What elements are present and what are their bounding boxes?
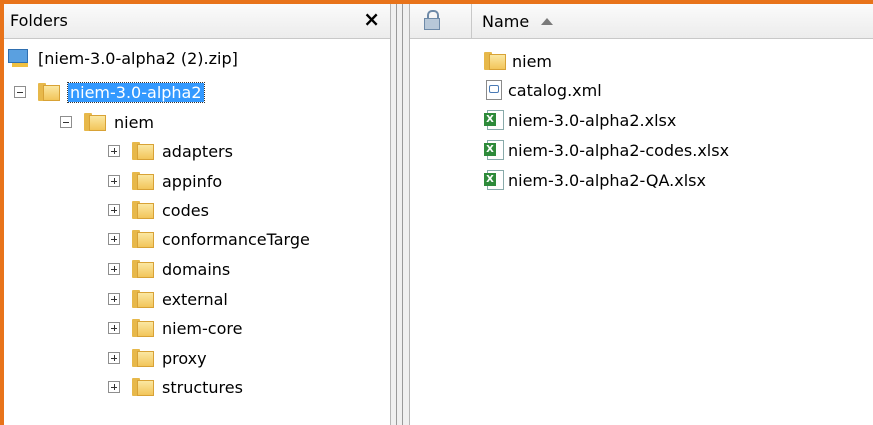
tree-item-label: adapters — [162, 141, 233, 161]
expand-icon[interactable] — [108, 322, 120, 334]
tree-item-child[interactable]: adapters — [108, 137, 233, 165]
tree-item-label: codes — [162, 200, 209, 220]
file-list-pane: Name niem catalog.xml X niem-3.0-alpha2.… — [410, 4, 873, 425]
tree-item-label: conformanceTarge — [162, 229, 310, 249]
folder-icon — [132, 229, 154, 249]
tree-item-label: proxy — [162, 348, 207, 368]
list-item-name: niem — [512, 51, 553, 71]
tree-item-child[interactable]: proxy — [108, 344, 207, 372]
list-item-name: catalog.xml — [508, 80, 602, 100]
xml-file-icon — [484, 80, 504, 100]
tree-item-child[interactable]: niem-core — [108, 314, 242, 342]
folder-icon — [132, 259, 154, 279]
tree-item-child[interactable]: appinfo — [108, 167, 222, 195]
folder-icon — [132, 200, 154, 220]
tree-item-child[interactable]: domains — [108, 255, 230, 283]
tree-item-label: niem — [114, 112, 155, 132]
excel-file-icon: X — [484, 170, 504, 190]
folder-icon — [38, 82, 60, 102]
zip-archive-icon — [8, 48, 30, 68]
tree-item-label: structures — [162, 377, 243, 397]
tree-item-root[interactable]: niem-3.0-alpha2 — [14, 78, 205, 106]
tree-item-niem[interactable]: niem — [60, 108, 154, 136]
expand-icon[interactable] — [108, 293, 120, 305]
file-list-header: Name — [410, 4, 873, 39]
folders-header: Folders × — [4, 4, 390, 39]
collapse-icon[interactable] — [14, 86, 26, 98]
excel-file-icon: X — [484, 140, 504, 160]
folder-icon — [484, 51, 506, 71]
folder-icon — [132, 141, 154, 161]
tree-item-child[interactable]: conformanceTarge — [108, 225, 310, 253]
list-item-name: niem-3.0-alpha2.xlsx — [508, 110, 677, 130]
column-header-lock[interactable] — [410, 4, 472, 38]
tree-item-child[interactable]: structures — [108, 373, 243, 401]
splitter-grip[interactable] — [396, 4, 403, 425]
expand-icon[interactable] — [108, 233, 120, 245]
expand-icon[interactable] — [108, 352, 120, 364]
tree-item-child[interactable]: codes — [108, 196, 209, 224]
folder-icon — [132, 171, 154, 191]
list-item-name: niem-3.0-alpha2-codes.xlsx — [508, 140, 730, 160]
tree-item-label: appinfo — [162, 171, 223, 191]
folders-title: Folders — [10, 11, 68, 30]
folder-icon — [132, 348, 154, 368]
tree-item-label-selected: niem-3.0-alpha2 — [67, 81, 205, 103]
folder-icon — [132, 289, 154, 309]
collapse-icon[interactable] — [60, 116, 72, 128]
tree-item-label: domains — [162, 259, 231, 279]
tree-item-label: external — [162, 289, 228, 309]
tree-item-child[interactable]: external — [108, 285, 228, 313]
list-item[interactable]: X niem-3.0-alpha2-codes.xlsx — [484, 136, 729, 164]
list-item[interactable]: niem — [484, 47, 552, 75]
folder-icon — [132, 318, 154, 338]
tree-item-label: niem-core — [162, 318, 243, 338]
column-header-name-label: Name — [482, 11, 530, 31]
expand-icon[interactable] — [108, 381, 120, 393]
lock-icon — [424, 10, 440, 30]
pane-splitter[interactable] — [390, 4, 410, 425]
excel-file-icon: X — [484, 110, 504, 130]
column-header-name[interactable]: Name — [472, 4, 554, 38]
close-folders-button[interactable]: × — [363, 9, 380, 29]
folder-icon — [84, 112, 106, 132]
expand-icon[interactable] — [108, 145, 120, 157]
tree-item-zip[interactable]: [niem-3.0-alpha2 (2).zip] — [8, 44, 238, 72]
expand-icon[interactable] — [108, 175, 120, 187]
expand-icon[interactable] — [108, 204, 120, 216]
folder-icon — [132, 377, 154, 397]
sort-ascending-icon — [541, 17, 554, 25]
folders-pane: Folders × [niem-3.0-alpha2 (2).zip] niem… — [4, 4, 390, 425]
expand-icon[interactable] — [108, 263, 120, 275]
tree-item-label: [niem-3.0-alpha2 (2).zip] — [38, 48, 238, 68]
list-item[interactable]: X niem-3.0-alpha2.xlsx — [484, 106, 676, 134]
list-item[interactable]: X niem-3.0-alpha2-QA.xlsx — [484, 166, 706, 194]
list-item-name: niem-3.0-alpha2-QA.xlsx — [508, 170, 706, 190]
list-item[interactable]: catalog.xml — [484, 76, 602, 104]
